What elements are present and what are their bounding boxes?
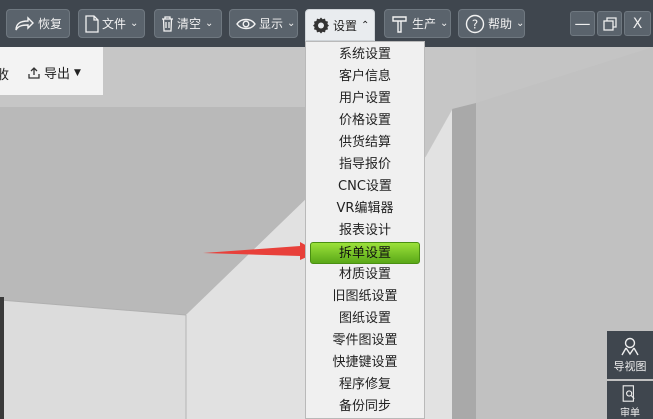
guide-view-button[interactable]: 导视图 — [607, 331, 653, 379]
order-review-label: 审单 — [620, 408, 640, 419]
restore-button[interactable]: 恢复 — [6, 9, 70, 38]
settings-label: 设置 — [333, 18, 358, 33]
settings-menu-item[interactable]: 价格设置 — [306, 110, 424, 132]
settings-menu-item[interactable]: CNC设置 — [306, 176, 424, 198]
restore-label: 恢复 — [38, 17, 63, 31]
settings-menu-item[interactable]: 供货结算 — [306, 132, 424, 154]
caret-down-icon: ▼ — [74, 67, 81, 78]
settings-menu-item[interactable]: 材质设置 — [306, 264, 424, 286]
chevron-down-icon: ⌄ — [287, 18, 296, 29]
display-label: 显示 — [259, 17, 284, 31]
chevron-down-icon: ⌄ — [205, 18, 214, 29]
settings-menu-item[interactable]: 指导报价 — [306, 154, 424, 176]
settings-menu-item[interactable]: 用户设置 — [306, 88, 424, 110]
file-label: 文件 — [102, 17, 127, 31]
maximize-button[interactable] — [597, 11, 622, 36]
person-icon — [621, 337, 639, 356]
eye-icon — [236, 18, 256, 29]
minimize-icon: — — [574, 13, 591, 33]
settings-menu-item[interactable]: 系统设置 — [306, 44, 424, 66]
settings-menu-button[interactable]: 设置 ⌃ — [305, 9, 375, 41]
help-circle-icon: ? — [465, 14, 485, 33]
close-button[interactable]: X — [624, 11, 651, 36]
guide-view-label: 导视图 — [613, 360, 647, 373]
chevron-down-icon: ⌄ — [440, 18, 449, 29]
production-label: 生产 — [412, 17, 437, 31]
secondary-toolbar: 收 导出 ▼ — [0, 47, 103, 95]
settings-menu-item[interactable]: 客户信息 — [306, 66, 424, 88]
settings-menu-item[interactable]: 快捷键设置 — [306, 352, 424, 374]
chevron-down-icon: ⌄ — [516, 18, 525, 29]
export-label: 导出 — [44, 67, 71, 82]
settings-dropdown-menu: 系统设置 客户信息 用户设置 价格设置 供货结算 指导报价 CNC设置 VR编辑器 报表设计 拆单… — [305, 41, 425, 419]
file-menu-button[interactable]: 文件 ⌄ — [78, 9, 145, 38]
minimize-button[interactable]: — — [570, 11, 595, 36]
export-icon — [28, 66, 40, 79]
document-search-icon — [622, 385, 635, 402]
settings-menu-item[interactable]: VR编辑器 — [306, 198, 424, 220]
help-menu-button[interactable]: ? 帮助 ⌄ — [458, 9, 525, 38]
hammer-icon — [392, 15, 407, 33]
production-menu-button[interactable]: 生产 ⌄ — [384, 9, 451, 38]
restore-window-icon — [602, 16, 617, 31]
settings-menu-item[interactable]: 程序修复 — [306, 374, 424, 396]
display-menu-button[interactable]: 显示 ⌄ — [229, 9, 298, 38]
main-toolbar: 恢复 文件 ⌄ 清空 ⌄ 显示 ⌄ 设置 ⌃ 生产 ⌄ ? 帮助 ⌄ — X — [0, 0, 653, 47]
export-button[interactable]: 导出 ▼ — [28, 63, 81, 82]
truncated-label: 收 — [0, 68, 10, 83]
close-icon: X — [632, 15, 643, 32]
trash-icon — [162, 15, 173, 32]
clear-menu-button[interactable]: 清空 ⌄ — [154, 9, 222, 38]
settings-menu-item[interactable]: 备份同步 — [306, 396, 424, 418]
chevron-down-icon: ⌄ — [130, 18, 139, 29]
redo-icon — [15, 15, 34, 30]
settings-menu-item[interactable]: 旧图纸设置 — [306, 286, 424, 308]
settings-menu-item[interactable]: 零件图设置 — [306, 330, 424, 352]
order-review-button[interactable]: 审单 — [607, 381, 653, 419]
svg-text:?: ? — [472, 17, 478, 31]
help-label: 帮助 — [488, 17, 513, 31]
gear-icon — [313, 17, 329, 34]
clear-label: 清空 — [177, 17, 202, 31]
settings-menu-item[interactable]: 图纸设置 — [306, 308, 424, 330]
settings-menu-item[interactable]: 报表设计 — [306, 220, 424, 242]
chevron-up-icon: ⌃ — [361, 19, 370, 31]
file-icon — [85, 14, 99, 33]
settings-menu-item[interactable]: 拆单设置 — [310, 242, 420, 264]
